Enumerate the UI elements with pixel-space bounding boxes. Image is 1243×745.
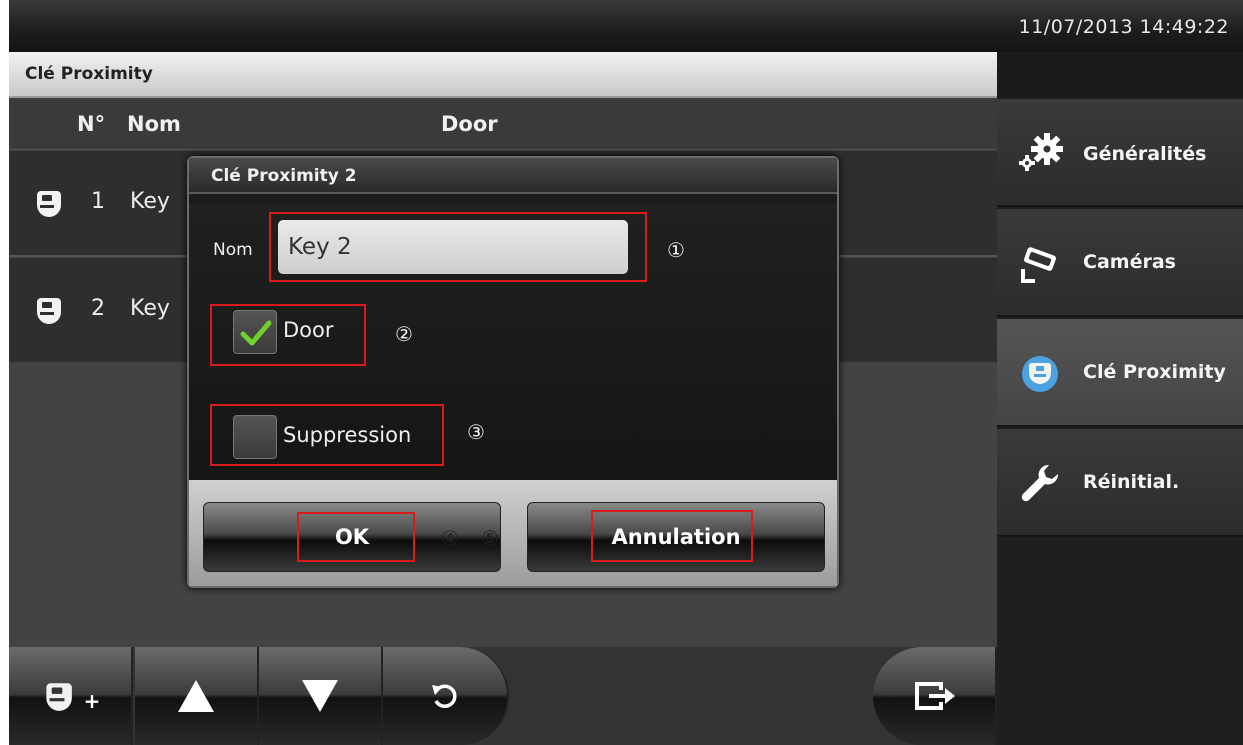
move-up-button[interactable]	[135, 647, 259, 745]
sidebar: Généralités Caméras Clé Proximity Réinit…	[997, 52, 1243, 745]
gears-icon	[1019, 133, 1063, 171]
edit-key-dialog: Clé Proximity 2 Nom Door Suppression OK …	[187, 156, 839, 588]
sidebar-item-cameras[interactable]: Caméras	[997, 209, 1243, 317]
dialog-title-bar: Clé Proximity 2	[189, 158, 837, 194]
sidebar-item-generalites[interactable]: Généralités	[997, 99, 1243, 207]
column-number: N°	[77, 112, 106, 136]
marker-1: ①	[667, 238, 685, 262]
name-label: Nom	[213, 240, 253, 260]
app-screen: 11/07/2013 14:49:22 Clé Proximity N° Nom…	[9, 0, 1243, 745]
row-number: 1	[91, 189, 105, 214]
sidebar-item-label: Clé Proximity	[1083, 361, 1226, 383]
undo-icon	[432, 684, 457, 708]
add-plus-sign: +	[83, 689, 101, 713]
marker-3: ③	[467, 420, 485, 444]
marker-4: ④	[441, 526, 459, 550]
arrow-down-icon	[302, 680, 338, 712]
sidebar-item-label: Réinitial.	[1083, 471, 1180, 493]
proximity-key-icon	[37, 191, 61, 217]
proximity-key-icon	[45, 683, 72, 711]
annotation-box-ok	[297, 512, 415, 562]
page-title-bar: Clé Proximity	[9, 52, 997, 98]
annotation-box-name	[269, 212, 647, 282]
sidebar-item-cle-proximity[interactable]: Clé Proximity	[997, 319, 1243, 427]
row-name: Key	[130, 296, 170, 321]
marker-2: ②	[395, 322, 413, 346]
sidebar-item-reinitial[interactable]: Réinitial.	[997, 429, 1243, 537]
marker-5: ⑤	[481, 526, 499, 550]
table-header: N° Nom Door	[9, 100, 997, 150]
wrench-icon	[1021, 464, 1059, 502]
bottom-toolbar: +	[9, 647, 997, 745]
proximity-key-icon	[1022, 356, 1058, 392]
datetime-display: 11/07/2013 14:49:22	[1018, 16, 1229, 38]
exit-button[interactable]	[873, 647, 997, 745]
sidebar-item-label: Caméras	[1083, 251, 1176, 273]
camera-icon	[1021, 247, 1056, 283]
undo-button[interactable]	[383, 647, 509, 745]
page-title: Clé Proximity	[25, 64, 153, 84]
column-name: Nom	[127, 112, 181, 136]
annotation-box-door	[210, 304, 366, 366]
row-name: Key	[130, 189, 170, 214]
exit-icon	[915, 682, 955, 710]
add-key-button[interactable]: +	[9, 647, 133, 745]
move-down-button[interactable]	[259, 647, 383, 745]
dialog-title: Clé Proximity 2	[211, 166, 357, 186]
column-door: Door	[441, 112, 498, 136]
status-bar: 11/07/2013 14:49:22	[9, 0, 1243, 52]
row-number: 2	[91, 296, 105, 321]
sidebar-item-label: Généralités	[1083, 143, 1207, 165]
proximity-key-icon	[37, 298, 61, 324]
sidebar-spacer	[997, 52, 1243, 98]
arrow-up-icon	[178, 680, 214, 712]
annotation-box-cancel	[591, 510, 753, 562]
annotation-box-suppression	[210, 404, 444, 466]
